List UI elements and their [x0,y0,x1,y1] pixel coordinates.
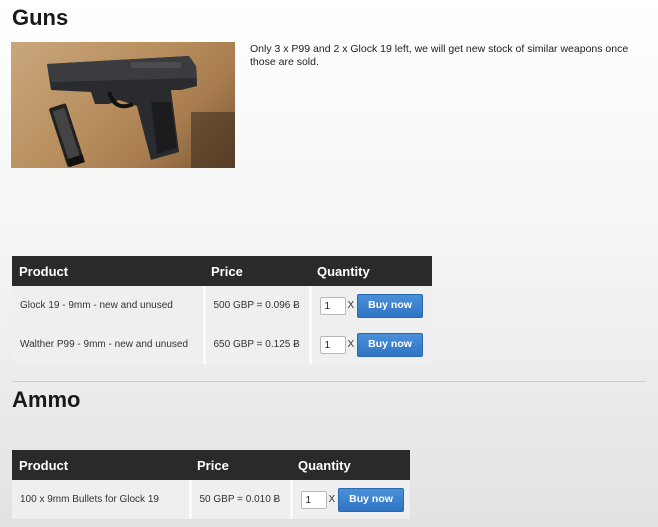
quantity-cell: 1 X Buy now [308,325,432,364]
table-header-row: Product Price Quantity [12,450,410,480]
table-header-row: Product Price Quantity [12,256,432,286]
buy-now-button[interactable]: Buy now [338,487,404,512]
table-row: Glock 19 - 9mm - new and unused 500 GBP … [12,286,432,325]
section-divider [12,381,646,382]
times-label: X [328,494,336,505]
column-header-product: Product [12,450,190,480]
product-name: 100 x 9mm Bullets for Glock 19 [12,480,190,519]
product-price: 500 GBP = 0.096 Ƀ [202,286,310,325]
quantity-cell: 1 X Buy now [308,286,432,325]
buy-now-button[interactable]: Buy now [357,293,423,318]
column-header-price: Price [204,256,310,286]
guns-section-title: Guns [12,5,69,30]
quantity-input[interactable]: 1 [319,296,346,315]
buy-now-button[interactable]: Buy now [357,332,423,357]
pistol-product-image [11,42,235,168]
table-row: Walther P99 - 9mm - new and unused 650 G… [12,325,432,364]
guns-product-table: Product Price Quantity Glock 19 - 9mm - … [12,256,432,364]
quantity-cell: 1 X Buy now [289,480,410,519]
times-label: X [347,339,355,350]
stock-notice-text: Only 3 x P99 and 2 x Glock 19 left, we w… [250,43,629,68]
column-header-quantity: Quantity [291,450,410,480]
quantity-input[interactable]: 1 [300,490,327,509]
quantity-input[interactable]: 1 [319,335,346,354]
ammo-section-title: Ammo [12,387,81,412]
product-name: Glock 19 - 9mm - new and unused [12,286,204,325]
times-label: X [347,300,355,311]
ammo-product-table: Product Price Quantity 100 x 9mm Bullets… [12,450,410,519]
product-name: Walther P99 - 9mm - new and unused [12,325,204,364]
column-header-price: Price [190,450,291,480]
column-header-product: Product [12,256,204,286]
table-row: 100 x 9mm Bullets for Glock 19 50 GBP = … [12,480,410,519]
product-price: 650 GBP = 0.125 Ƀ [202,325,310,364]
product-price: 50 GBP = 0.010 Ƀ [188,480,291,519]
column-header-quantity: Quantity [310,256,432,286]
